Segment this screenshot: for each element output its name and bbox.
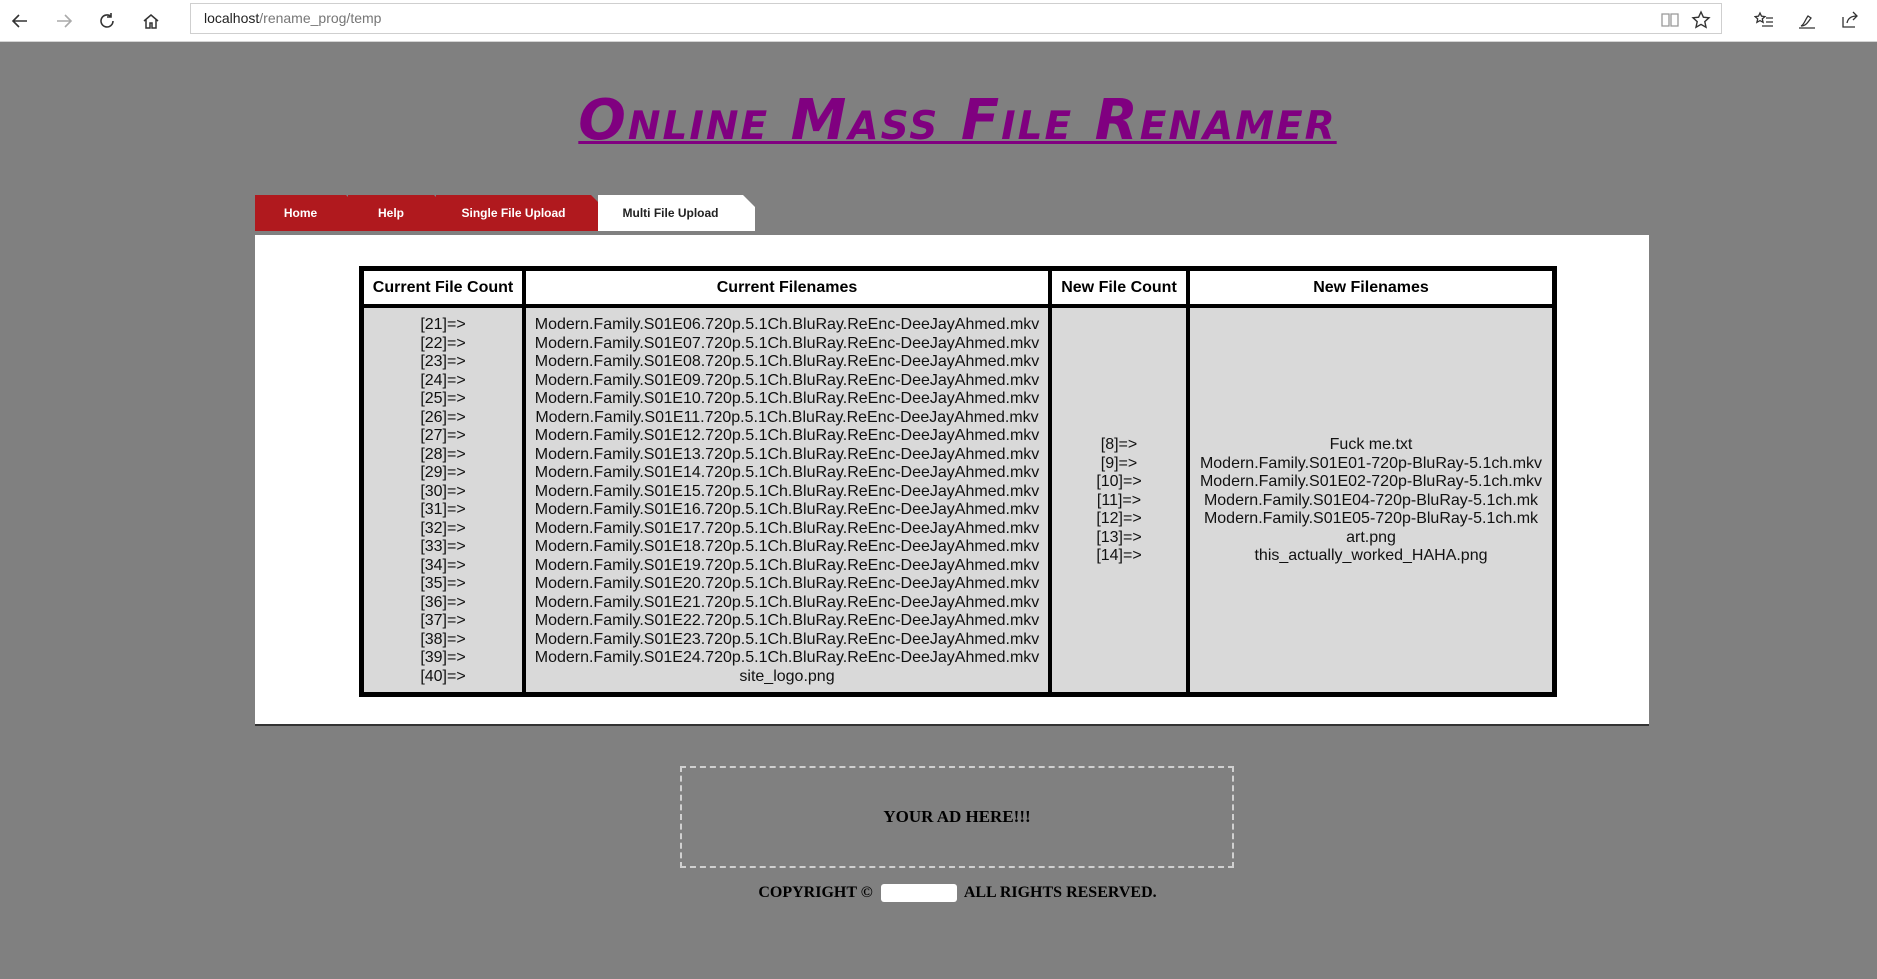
new-filename-item: this_actually_worked_HAHA.png (1254, 547, 1488, 565)
current-count-item: [35]=> (420, 575, 466, 592)
header-current-filenames: Current Filenames (524, 269, 1050, 306)
new-count-item: [9]=> (1100, 454, 1138, 472)
reading-view-icon[interactable] (1656, 6, 1684, 34)
current-filename-item: Modern.Family.S01E19.720p.5.1Ch.BluRay.R… (534, 556, 1040, 574)
forward-icon[interactable] (49, 6, 79, 36)
current-filename-item: Modern.Family.S01E18.720p.5.1Ch.BluRay.R… (534, 538, 1040, 555)
current-count-item: [21]=> (420, 316, 466, 333)
current-filename-item: Modern.Family.S01E24.720p.5.1Ch.BluRay.R… (534, 649, 1040, 666)
new-filename-item: Fuck me.txt (1329, 436, 1413, 454)
footer-copyright: COPYRIGHT © ALL RIGHTS RESERVED. (0, 884, 1877, 903)
current-filename-item: Modern.Family.S01E10.720p.5.1Ch.BluRay.R… (534, 390, 1040, 407)
refresh-icon[interactable] (92, 6, 122, 36)
header-new-filenames: New Filenames (1188, 269, 1554, 306)
current-filename-item: Modern.Family.S01E16.720p.5.1Ch.BluRay.R… (534, 501, 1040, 518)
pen-notes-icon[interactable] (1793, 6, 1821, 34)
current-count-item: [26]=> (420, 408, 466, 426)
current-filename-item: Modern.Family.S01E13.720p.5.1Ch.BluRay.R… (534, 445, 1040, 463)
new-count-item: [12]=> (1096, 510, 1142, 528)
new-filenames-cell: Fuck me.txt Modern.Family.S01E01-720p-Blu… (1188, 306, 1554, 694)
current-count-item: [37]=> (420, 612, 466, 629)
current-count-item: [31]=> (420, 501, 466, 518)
favorites-list-icon[interactable] (1750, 6, 1778, 34)
rename-table: Current File Count Current Filenames New… (359, 266, 1557, 697)
current-count-item: [25]=> (420, 390, 466, 407)
new-filename-item: Modern.Family.S01E01-720p-BluRay-5.1ch.m… (1199, 454, 1543, 472)
current-count-item: [30]=> (420, 482, 466, 500)
new-count-item: [10]=> (1096, 473, 1142, 491)
current-filename-item: Modern.Family.S01E11.720p.5.1Ch.BluRay.R… (535, 408, 1039, 426)
current-count-item: [36]=> (420, 593, 466, 611)
new-count-item: [8]=> (1100, 436, 1138, 454)
ad-text: YOUR AD HERE!!! (883, 807, 1031, 826)
current-filename-item: Modern.Family.S01E23.720p.5.1Ch.BluRay.R… (534, 630, 1040, 648)
new-counts-cell: [8]=> [9]=> [10]=> [11]=> [12]=> [13]=> [14]=> (1050, 306, 1188, 694)
copyright-suffix: ALL RIGHTS RESERVED. (963, 884, 1157, 901)
new-filename-item: Modern.Family.S01E05-720p-BluRay-5.1ch.m… (1203, 510, 1539, 528)
new-count-item: [11]=> (1096, 491, 1142, 509)
current-count-item: [40]=> (420, 667, 466, 685)
url-host: localhost (204, 10, 260, 26)
current-filename-item: Modern.Family.S01E21.720p.5.1Ch.BluRay.R… (534, 593, 1040, 611)
new-filename-item: art.png (1346, 528, 1396, 546)
current-filename-item: Modern.Family.S01E22.720p.5.1Ch.BluRay.R… (534, 612, 1040, 629)
table-row: [21]=> [22]=> [23]=> [24]=> [25]=> [26]=> [27]… (362, 306, 1554, 694)
current-count-item: [33]=> (420, 538, 466, 555)
site-title[interactable]: Online Mass File Renamer (0, 88, 1877, 153)
current-filename-item: Modern.Family.S01E20.720p.5.1Ch.BluRay.R… (534, 575, 1040, 592)
current-filename-item: Modern.Family.S01E15.720p.5.1Ch.BluRay.R… (534, 482, 1040, 500)
current-filename-item: Modern.Family.S01E14.720p.5.1Ch.BluRay.R… (534, 464, 1040, 481)
new-filename-item: Modern.Family.S01E04-720p-BluRay-5.1ch.m… (1203, 491, 1539, 509)
redacted-name (880, 884, 957, 903)
tab-multi-file-upload[interactable]: Multi File Upload (598, 195, 755, 231)
current-count-item: [29]=> (420, 464, 466, 481)
current-count-item: [39]=> (420, 649, 466, 666)
current-count-item: [28]=> (420, 445, 466, 463)
current-count-item: [27]=> (420, 427, 466, 444)
current-filename-item: Modern.Family.S01E12.720p.5.1Ch.BluRay.R… (534, 427, 1040, 444)
current-filename-item: Modern.Family.S01E08.720p.5.1Ch.BluRay.R… (534, 353, 1040, 370)
tab-single-file-upload[interactable]: Single File Upload (436, 195, 603, 231)
favorite-star-icon[interactable] (1687, 6, 1715, 34)
current-count-item: [34]=> (420, 556, 466, 574)
current-count-item: [32]=> (420, 519, 466, 537)
current-filename-item: site_logo.png (739, 667, 835, 685)
current-filename-item: Modern.Family.S01E06.720p.5.1Ch.BluRay.R… (534, 316, 1040, 333)
ad-placeholder[interactable]: YOUR AD HERE!!! (680, 766, 1234, 868)
address-bar[interactable]: localhost/rename_prog/temp (190, 3, 1722, 34)
current-filename-item: Modern.Family.S01E07.720p.5.1Ch.BluRay.R… (534, 334, 1040, 352)
current-count-item: [38]=> (420, 630, 466, 648)
current-filename-item: Modern.Family.S01E17.720p.5.1Ch.BluRay.R… (534, 519, 1040, 537)
copyright-prefix: COPYRIGHT © (758, 884, 873, 901)
current-count-item: [22]=> (420, 334, 466, 352)
current-counts-cell: [21]=> [22]=> [23]=> [24]=> [25]=> [26]=> [27]… (362, 306, 524, 694)
header-current-file-count: Current File Count (362, 269, 524, 306)
current-filename-item: Modern.Family.S01E09.720p.5.1Ch.BluRay.R… (534, 371, 1040, 389)
browser-toolbar: localhost/rename_prog/temp (0, 0, 1877, 42)
content-panel: Current File Count Current Filenames New… (255, 235, 1649, 726)
new-filename-item: Modern.Family.S01E02-720p-BluRay-5.1ch.m… (1199, 473, 1543, 491)
tab-help[interactable]: Help (348, 195, 446, 231)
current-count-item: [23]=> (420, 353, 466, 370)
current-filenames-cell: Modern.Family.S01E06.720p.5.1Ch.BluRay.R… (524, 306, 1050, 694)
tab-home[interactable]: Home (255, 195, 358, 231)
current-count-item: [24]=> (420, 371, 466, 389)
home-icon[interactable] (136, 6, 166, 36)
share-icon[interactable] (1836, 6, 1864, 34)
back-icon[interactable] (5, 6, 35, 36)
header-new-file-count: New File Count (1050, 269, 1188, 306)
new-count-item: [13]=> (1096, 528, 1142, 546)
new-count-item: [14]=> (1096, 547, 1142, 565)
url-path: /rename_prog/temp (259, 10, 382, 26)
